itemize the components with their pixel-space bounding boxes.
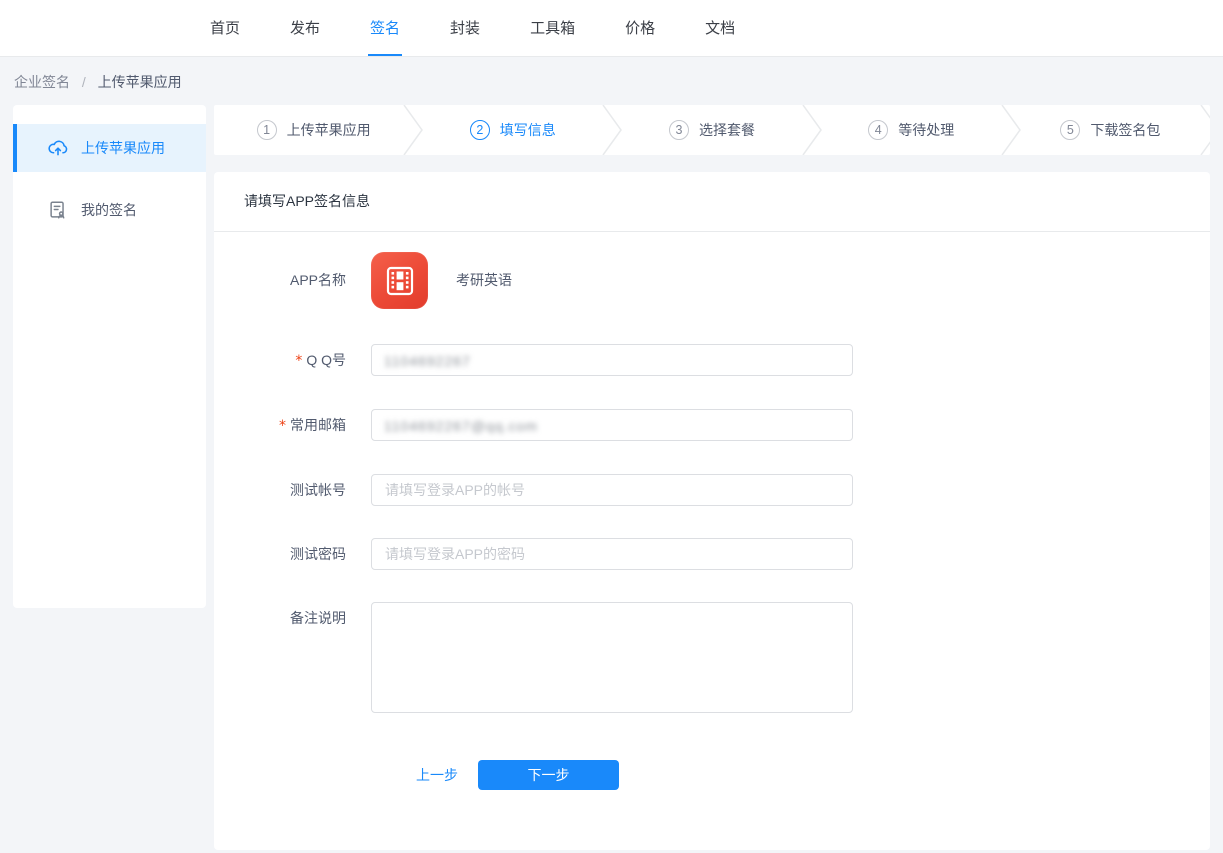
breadcrumb-parent[interactable]: 企业签名 [14,74,70,90]
steps-wizard: 1 上传苹果应用 2 填写信息 3 选择套餐 4 等待处理 [214,105,1210,155]
test-account-input[interactable] [371,474,853,506]
sidebar-item-my-signatures[interactable]: 我的签名 [13,186,206,234]
step-1-upload-app: 1 上传苹果应用 [214,105,413,155]
signature-info-panel: 请填写APP签名信息 APP名称 [214,172,1210,850]
step-label: 下载签名包 [1090,120,1160,140]
breadcrumb: 企业签名 / 上传苹果应用 [13,57,1210,105]
test-account-label: 测试帐号 [244,474,371,506]
sidebar-item-label: 我的签名 [81,200,137,220]
remark-label: 备注说明 [244,602,371,716]
sidebar: 上传苹果应用 我的签名 [13,105,206,608]
breadcrumb-current: 上传苹果应用 [98,74,182,90]
nav-tab-home[interactable]: 首页 [208,0,242,56]
remark-row: 备注说明 [244,602,1180,716]
required-asterisk: * [295,353,302,369]
nav-tab-price[interactable]: 价格 [623,0,657,56]
remark-textarea[interactable] [371,602,853,713]
main-content: 1 上传苹果应用 2 填写信息 3 选择套餐 4 等待处理 [214,105,1210,850]
step-number: 3 [669,120,689,140]
next-step-button[interactable]: 下一步 [478,760,619,790]
app-name-label: APP名称 [244,252,371,309]
step-label: 选择套餐 [699,120,755,140]
step-3-choose-plan: 3 选择套餐 [612,105,811,155]
qq-row: *Q Q号 1104692267 [244,344,1180,377]
signature-document-icon [47,199,69,221]
step-4-waiting: 4 等待处理 [812,105,1011,155]
nav-tab-toolbox[interactable]: 工具箱 [528,0,577,56]
sidebar-item-label: 上传苹果应用 [81,138,165,158]
email-row: *常用邮箱 1104692267@qq.com [244,409,1180,442]
step-number: 4 [868,120,888,140]
email-input[interactable] [371,409,853,441]
top-navigation: 首页 发布 签名 封装 工具箱 价格 文档 [0,0,1223,57]
nav-tab-publish[interactable]: 发布 [288,0,322,56]
step-number: 1 [257,120,277,140]
breadcrumb-separator: / [82,74,86,90]
film-app-icon [371,252,428,309]
test-account-row: 测试帐号 [244,474,1180,506]
nav-tab-sign[interactable]: 签名 [368,0,402,56]
qq-input[interactable] [371,344,853,376]
sidebar-item-upload-apple-app[interactable]: 上传苹果应用 [13,124,206,172]
form-actions: 上一步 下一步 [244,760,1180,790]
panel-title: 请填写APP签名信息 [214,172,1210,232]
test-password-input[interactable] [371,538,853,570]
cloud-upload-icon [47,137,69,159]
nav-tab-docs[interactable]: 文档 [703,0,737,56]
required-asterisk: * [279,418,286,434]
test-password-row: 测试密码 [244,538,1180,570]
email-label: *常用邮箱 [244,409,371,442]
step-number: 5 [1060,120,1080,140]
nav-tab-package[interactable]: 封装 [448,0,482,56]
step-number: 2 [470,120,490,140]
app-name-value: 考研英语 [456,252,512,309]
page-content: 企业签名 / 上传苹果应用 上传苹果应用 [0,57,1223,850]
step-label: 上传苹果应用 [287,120,371,140]
step-5-download-package: 5 下载签名包 [1011,105,1210,155]
step-2-fill-info: 2 填写信息 [413,105,612,155]
app-name-row: APP名称 [244,252,1180,309]
test-password-label: 测试密码 [244,538,371,570]
chevron-right-icon [1199,105,1210,155]
step-label: 填写信息 [500,120,556,140]
qq-label: *Q Q号 [244,344,371,377]
previous-step-link[interactable]: 上一步 [416,765,458,785]
step-label: 等待处理 [898,120,954,140]
